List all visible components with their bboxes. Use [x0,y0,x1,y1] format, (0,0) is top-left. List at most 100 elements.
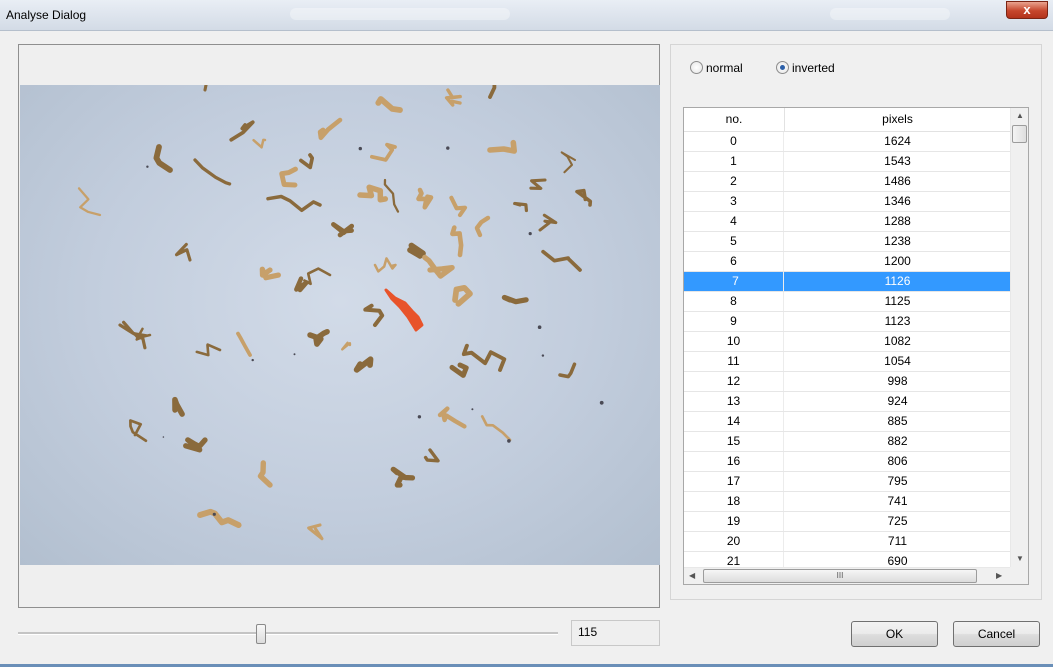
cell-pixels: 1123 [884,314,911,328]
dust-speck [417,415,422,419]
dust-speck [293,353,296,356]
scroll-right-icon[interactable]: ▶ [996,571,1002,581]
particle-shape [423,448,440,463]
radio-normal-label[interactable]: normal [706,61,743,75]
threshold-slider-thumb[interactable] [256,624,266,644]
particle-shape [422,254,455,279]
table-row[interactable]: 10 1082 [684,332,1010,352]
particle-shape [407,242,426,259]
analyse-dialog-window: Analyse Dialog x 115 normal inverted no.… [0,0,1053,667]
table-row[interactable]: 14 885 [684,412,1010,432]
scroll-left-icon[interactable]: ◀ [689,571,695,581]
particle-shape [77,187,102,217]
table-row[interactable]: 1 1543 [684,152,1010,172]
cell-no: 5 [684,232,784,251]
horizontal-scroll-thumb[interactable]: III [703,569,977,583]
cell-pixels: 885 [887,414,908,428]
cell-no: 2 [684,172,784,191]
cell-pixels: 924 [887,394,908,408]
cell-no: 8 [684,292,784,311]
dust-speck [507,439,511,443]
cell-no: 15 [684,432,784,451]
cell-pixels: 882 [887,434,908,448]
table-row[interactable]: 20 711 [684,532,1010,552]
cancel-button[interactable]: Cancel [953,621,1040,647]
cell-pixels: 1624 [884,134,911,148]
particle-shape [370,142,397,162]
cell-pixels: 711 [887,534,908,548]
table-row[interactable]: 16 806 [684,452,1010,472]
particle-shape [383,178,400,213]
close-button[interactable]: x [1006,1,1048,19]
vertical-scroll-thumb[interactable] [1012,125,1027,143]
cell-pixels: 998 [887,374,908,388]
table-row[interactable]: 5 1238 [684,232,1010,252]
table-row[interactable]: 6 1200 [684,252,1010,272]
title-bar[interactable]: Analyse Dialog x [0,0,1053,31]
table-row[interactable]: 12 998 [684,372,1010,392]
table-row[interactable]: 15 882 [684,432,1010,452]
table-row[interactable]: 18 741 [684,492,1010,512]
particle-shape [529,178,547,190]
dust-speck [251,358,254,362]
table-row[interactable]: 8 1125 [684,292,1010,312]
particle-shape [474,215,491,238]
particle-image [20,85,660,565]
particle-shape [172,396,185,417]
cell-no: 9 [684,312,784,331]
threshold-value-field[interactable]: 115 [571,620,660,646]
dust-speck [146,165,149,168]
column-header-pixels[interactable]: pixels [785,108,1010,131]
scroll-up-icon[interactable]: ▲ [1016,111,1024,121]
cell-pixels: 1054 [884,354,911,368]
particle-shape [375,96,403,113]
table-row[interactable]: 0 1624 [684,132,1010,152]
particle-shape [461,343,507,372]
particle-shape [257,460,273,488]
table-row[interactable]: 13 924 [684,392,1010,412]
particles-table[interactable]: no. pixels 0 1624 1 1543 2 1486 3 1346 4 1288 5 123… [683,107,1029,585]
scroll-down-icon[interactable]: ▼ [1016,554,1024,564]
scrollbar-corner [1010,567,1028,584]
dust-speck [446,146,450,150]
radio-inverted[interactable] [776,61,789,74]
table-header: no. pixels [684,108,1010,132]
cell-no: 6 [684,252,784,271]
cell-no: 3 [684,192,784,211]
table-row[interactable]: 19 725 [684,512,1010,532]
particle-shape [236,331,252,357]
particle-shape [174,242,192,262]
vertical-scrollbar[interactable]: ▲ ▼ [1010,108,1028,567]
radio-normal[interactable] [690,61,703,74]
table-row[interactable]: 9 1123 [684,312,1010,332]
table-row[interactable]: 4 1288 [684,212,1010,232]
column-header-no[interactable]: no. [684,108,785,131]
table-row[interactable]: 7 1126 [684,272,1010,292]
cell-no: 13 [684,392,784,411]
particle-shape [299,153,315,170]
cell-no: 17 [684,472,784,491]
particle-shape [363,303,385,327]
particle-shape [307,523,324,541]
radio-inverted-label[interactable]: inverted [792,61,835,75]
table-row[interactable]: 2 1486 [684,172,1010,192]
threshold-slider-track[interactable] [18,632,558,635]
cell-pixels: 1288 [884,214,911,228]
particle-shape [193,158,232,186]
particles-drawing [77,85,604,541]
ok-button[interactable]: OK [851,621,938,647]
dust-speck [212,512,216,516]
particle-shape [437,406,467,429]
horizontal-scrollbar[interactable]: ◀ III ▶ [684,567,1010,584]
cell-pixels: 1200 [884,254,911,268]
table-row[interactable]: 11 1054 [684,352,1010,372]
particle-shape [259,266,281,281]
table-row[interactable]: 3 1346 [684,192,1010,212]
title-bar-reflection [290,8,510,20]
cell-pixels: 1082 [884,334,911,348]
table-row[interactable]: 17 795 [684,472,1010,492]
particle-shape [195,343,222,357]
particle-shape [558,362,577,379]
dust-speck [162,436,165,438]
dust-speck [358,146,362,151]
